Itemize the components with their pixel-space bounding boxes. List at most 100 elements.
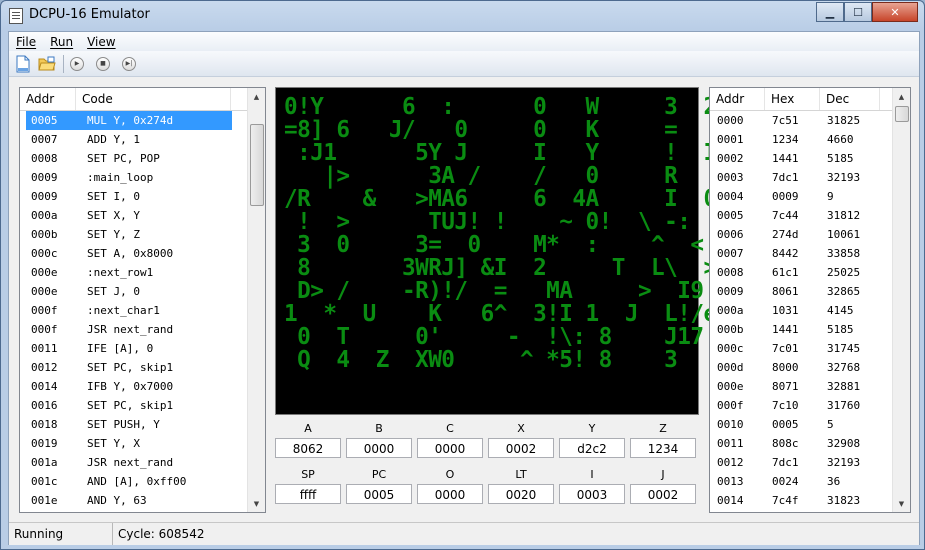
scroll-up-icon[interactable]: ▲	[893, 88, 910, 105]
code-addr-cell: 0016	[31, 399, 58, 412]
memory-addr-cell: 0010	[717, 418, 744, 431]
minimize-button[interactable]: ▁	[816, 2, 844, 22]
memory-row[interactable]: 0010 0005 5	[712, 415, 910, 434]
stop-button[interactable]: ■	[96, 56, 110, 71]
register-value-field[interactable]: d2c2	[559, 438, 625, 458]
memory-row[interactable]: 0011 808c 32908	[712, 434, 910, 453]
code-row[interactable]: 000e SET J, 0	[26, 282, 265, 301]
code-row[interactable]: 0018 SET PUSH, Y	[26, 415, 265, 434]
code-addr-cell: 0008	[31, 152, 58, 165]
status-bar: Running Cycle: 608542	[9, 522, 919, 545]
memory-row[interactable]: 0013 0024 36	[712, 472, 910, 491]
code-row[interactable]: 000f JSR next_rand	[26, 320, 265, 339]
memory-row[interactable]: 0001 1234 4660	[712, 130, 910, 149]
scroll-down-icon[interactable]: ▼	[248, 495, 265, 512]
code-row[interactable]: 000b SET Y, Z	[26, 225, 265, 244]
code-row[interactable]: 0008 SET PC, POP	[26, 149, 265, 168]
code-instruction-cell: SET A, 0x8000	[87, 247, 174, 260]
register-value-field[interactable]: 0000	[346, 438, 412, 458]
code-addr-cell: 001a	[31, 456, 58, 469]
register-value-field[interactable]: 0000	[417, 438, 483, 458]
code-row[interactable]: 001c AND [A], 0xff00	[26, 472, 265, 491]
code-row[interactable]: 001e AND Y, 63	[26, 491, 265, 510]
menu-view[interactable]: View	[80, 35, 122, 49]
register-value-field[interactable]: 0002	[488, 438, 554, 458]
memory-row[interactable]: 0004 0009 9	[712, 187, 910, 206]
column-header-addr[interactable]: Addr	[710, 88, 765, 110]
memory-list[interactable]: Addr Hex Dec 0000 7c51 31825 0001 1234 4660 00…	[709, 87, 911, 513]
register-value-field[interactable]: 8062	[275, 438, 341, 458]
memory-row[interactable]: 0003 7dc1 32193	[712, 168, 910, 187]
code-row[interactable]: 0019 SET Y, X	[26, 434, 265, 453]
memory-hex-cell: 1234	[772, 133, 799, 146]
scroll-thumb[interactable]	[250, 124, 264, 206]
new-file-icon	[16, 55, 30, 72]
code-addr-cell: 000a	[31, 209, 58, 222]
memory-row[interactable]: 0002 1441 5185	[712, 149, 910, 168]
close-button[interactable]: ✕	[872, 2, 918, 22]
column-header-code[interactable]: Code	[76, 88, 231, 110]
memory-row[interactable]: 0014 7c4f 31823	[712, 491, 910, 510]
code-row[interactable]: 001a JSR next_rand	[26, 453, 265, 472]
register-value-field[interactable]: 1234	[630, 438, 696, 458]
register-value-field[interactable]: ffff	[275, 484, 341, 504]
new-file-button[interactable]	[13, 54, 33, 74]
memory-row[interactable]: 000a 1031 4145	[712, 301, 910, 320]
code-row[interactable]: 000e:next_row1	[26, 263, 265, 282]
memory-row[interactable]: 000b 1441 5185	[712, 320, 910, 339]
code-row[interactable]: 0009 SET I, 0	[26, 187, 265, 206]
column-header-addr[interactable]: Addr	[20, 88, 76, 110]
memory-list-scrollbar[interactable]: ▲ ▼	[892, 88, 910, 512]
column-header-dec[interactable]: Dec	[820, 88, 880, 110]
register-label: I	[590, 468, 594, 481]
register-value-field[interactable]: 0000	[417, 484, 483, 504]
app-icon[interactable]	[9, 8, 23, 24]
code-row[interactable]: 0016 SET PC, skip1	[26, 396, 265, 415]
memory-row[interactable]: 000c 7c01 31745	[712, 339, 910, 358]
scroll-thumb[interactable]	[895, 106, 909, 122]
code-row[interactable]: 0007 ADD Y, 1	[26, 130, 265, 149]
code-instruction-cell: ADD Y, 1	[87, 133, 140, 146]
memory-row[interactable]: 0005 7c44 31812	[712, 206, 910, 225]
code-row[interactable]: 0014 IFB Y, 0x7000	[26, 377, 265, 396]
memory-row[interactable]: 0007 8442 33858	[712, 244, 910, 263]
step-button[interactable]: ▶|	[122, 56, 136, 71]
code-row[interactable]: 0005 MUL Y, 0x274d	[26, 111, 232, 130]
run-button[interactable]: ▶	[70, 56, 84, 71]
register-value-field[interactable]: 0005	[346, 484, 412, 504]
memory-row[interactable]: 000f 7c10 31760	[712, 396, 910, 415]
memory-row[interactable]: 0009 8061 32865	[712, 282, 910, 301]
memory-row[interactable]: 0006 274d 10061	[712, 225, 910, 244]
menu-run[interactable]: Run	[43, 35, 80, 49]
register-label: SP	[301, 468, 315, 481]
menu-file[interactable]: File	[9, 35, 43, 49]
scroll-up-icon[interactable]: ▲	[248, 88, 265, 105]
memory-row[interactable]: 0012 7dc1 32193	[712, 453, 910, 472]
memory-row[interactable]: 0008 61c1 25025	[712, 263, 910, 282]
scroll-down-icon[interactable]: ▼	[893, 495, 910, 512]
memory-addr-cell: 0008	[717, 266, 744, 279]
column-header-hex[interactable]: Hex	[765, 88, 820, 110]
memory-row[interactable]: 000d 8000 32768	[712, 358, 910, 377]
register-value-field[interactable]: 0002	[630, 484, 696, 504]
code-row[interactable]: 000c SET A, 0x8000	[26, 244, 265, 263]
code-row[interactable]: 0011 IFE [A], 0	[26, 339, 265, 358]
code-row[interactable]: 000f:next_char1	[26, 301, 265, 320]
code-row[interactable]: 0009:main_loop	[26, 168, 265, 187]
register-z: Z 1234	[630, 422, 696, 458]
memory-dec-cell: 32193	[827, 171, 861, 184]
maximize-button[interactable]: ☐	[844, 2, 872, 22]
memory-dec-cell: 4145	[827, 304, 854, 317]
open-file-button[interactable]	[37, 54, 57, 74]
memory-addr-cell: 0007	[717, 247, 744, 260]
register-value-field[interactable]: 0020	[488, 484, 554, 504]
code-instruction-cell: SET Y, X	[87, 437, 140, 450]
memory-row[interactable]: 000e 8071 32881	[712, 377, 910, 396]
code-list[interactable]: Addr Code 0005 MUL Y, 0x274d 0007 ADD Y, 10…	[19, 87, 266, 513]
memory-row[interactable]: 0000 7c51 31825	[712, 111, 910, 130]
title-bar[interactable]: DCPU-16 Emulator ▁ ☐ ✕	[1, 1, 924, 31]
code-row[interactable]: 0012 SET PC, skip1	[26, 358, 265, 377]
code-row[interactable]: 000a SET X, Y	[26, 206, 265, 225]
register-value-field[interactable]: 0003	[559, 484, 625, 504]
code-list-scrollbar[interactable]: ▲ ▼	[247, 88, 265, 512]
